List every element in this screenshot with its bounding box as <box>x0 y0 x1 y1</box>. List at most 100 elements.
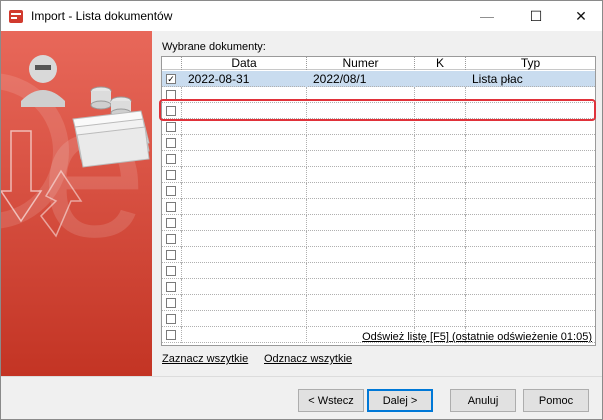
empty-cell <box>162 151 182 167</box>
empty-cell <box>162 279 182 295</box>
empty-cell <box>415 279 466 295</box>
empty-table-row[interactable] <box>162 119 595 135</box>
empty-cell <box>162 167 182 183</box>
row-checkbox[interactable] <box>166 154 176 164</box>
empty-cell <box>415 167 466 183</box>
row-checkbox[interactable] <box>166 282 176 292</box>
cell-typ: Lista płac <box>472 72 523 86</box>
back-button[interactable]: < Wstecz <box>298 389 364 412</box>
empty-cell <box>182 151 307 167</box>
button-bar: < Wstecz Dalej > Anuluj Pomoc <box>1 376 602 419</box>
empty-cell <box>307 183 415 199</box>
empty-cell <box>182 231 307 247</box>
row-checkbox[interactable] <box>166 202 176 212</box>
row-checkbox[interactable] <box>166 186 176 196</box>
row-checkbox[interactable] <box>166 266 176 276</box>
empty-cell <box>162 199 182 215</box>
row-checkbox[interactable] <box>166 106 176 116</box>
empty-cell <box>307 215 415 231</box>
empty-cell <box>415 151 466 167</box>
empty-table-row[interactable] <box>162 87 595 103</box>
row-checkbox[interactable] <box>166 298 176 308</box>
empty-cell <box>415 231 466 247</box>
empty-table-row[interactable] <box>162 183 595 199</box>
empty-table-row[interactable] <box>162 167 595 183</box>
empty-cell <box>415 295 466 311</box>
row-checkbox[interactable] <box>166 90 176 100</box>
row-checkbox[interactable] <box>166 218 176 228</box>
column-header-numer[interactable]: Numer <box>307 57 415 70</box>
grid-header: Data Numer K Typ <box>162 57 595 70</box>
empty-table-row[interactable] <box>162 231 595 247</box>
row-checkbox[interactable] <box>166 170 176 180</box>
empty-cell <box>162 215 182 231</box>
empty-cell <box>466 215 595 231</box>
row-check-cell[interactable]: ✓ <box>162 71 182 87</box>
empty-cell <box>307 311 415 327</box>
empty-cell <box>466 135 595 151</box>
row-checkbox[interactable] <box>166 330 176 340</box>
help-button[interactable]: Pomoc <box>523 389 589 412</box>
maximize-button[interactable]: ☐ <box>513 1 559 31</box>
empty-cell <box>415 119 466 135</box>
empty-cell <box>415 135 466 151</box>
cell-data: 2022-08-31 <box>182 71 307 87</box>
empty-cell <box>466 103 595 119</box>
empty-cell <box>162 231 182 247</box>
empty-table-row[interactable] <box>162 311 595 327</box>
close-button[interactable]: ✕ <box>558 1 603 31</box>
row-checkbox[interactable] <box>166 314 176 324</box>
row-checkbox[interactable] <box>166 122 176 132</box>
empty-table-row[interactable] <box>162 151 595 167</box>
empty-table-row[interactable] <box>162 135 595 151</box>
empty-cell <box>182 263 307 279</box>
empty-table-row[interactable] <box>162 199 595 215</box>
row-checkbox[interactable] <box>166 138 176 148</box>
empty-cell <box>307 279 415 295</box>
documents-grid[interactable]: Data Numer K Typ ✓ 2022-08-31 2022/08/1 … <box>161 56 596 346</box>
column-header-k[interactable]: K <box>415 57 466 70</box>
empty-cell <box>182 119 307 135</box>
title-bar[interactable]: Import - Lista dokumentów — ☐ ✕ <box>1 1 602 31</box>
minimize-button[interactable]: — <box>464 1 510 31</box>
empty-cell <box>466 199 595 215</box>
empty-table-row[interactable] <box>162 215 595 231</box>
empty-cell <box>415 263 466 279</box>
app-logo-icon <box>9 10 23 23</box>
empty-cell <box>162 87 182 103</box>
row-checkbox[interactable] <box>166 234 176 244</box>
empty-cell <box>162 135 182 151</box>
main-panel: Wybrane dokumenty: Data Numer K Typ ✓ 20… <box>152 31 602 376</box>
cancel-button[interactable]: Anuluj <box>450 389 516 412</box>
empty-table-row[interactable] <box>162 103 595 119</box>
deselect-all-link[interactable]: Odznacz wszytkie <box>264 353 352 365</box>
empty-cell <box>182 183 307 199</box>
table-row[interactable]: ✓ 2022-08-31 2022/08/1 Lista płac <box>162 71 595 87</box>
row-checkbox[interactable] <box>166 250 176 260</box>
empty-cell <box>307 199 415 215</box>
empty-cell <box>182 247 307 263</box>
row-checkbox[interactable]: ✓ <box>166 74 176 84</box>
empty-cell <box>162 247 182 263</box>
empty-table-row[interactable] <box>162 247 595 263</box>
empty-cell <box>466 167 595 183</box>
empty-table-row[interactable] <box>162 263 595 279</box>
next-button[interactable]: Dalej > <box>367 389 433 412</box>
empty-cell <box>307 231 415 247</box>
header-checkbox-col <box>162 57 182 70</box>
empty-cell <box>307 247 415 263</box>
column-header-data[interactable]: Data <box>182 57 307 70</box>
empty-cell <box>182 135 307 151</box>
empty-cell <box>307 135 415 151</box>
refresh-list-link[interactable]: Odśwież listę [F5] (ostatnie odświeżenie… <box>362 331 592 343</box>
empty-cell <box>182 295 307 311</box>
empty-cell <box>466 247 595 263</box>
select-all-link[interactable]: Zaznacz wszytkie <box>162 353 248 365</box>
empty-cell <box>162 311 182 327</box>
empty-cell <box>466 183 595 199</box>
column-header-typ[interactable]: Typ <box>466 57 595 70</box>
empty-table-row[interactable] <box>162 295 595 311</box>
empty-table-row[interactable] <box>162 279 595 295</box>
empty-cell <box>415 103 466 119</box>
empty-cell <box>466 151 595 167</box>
